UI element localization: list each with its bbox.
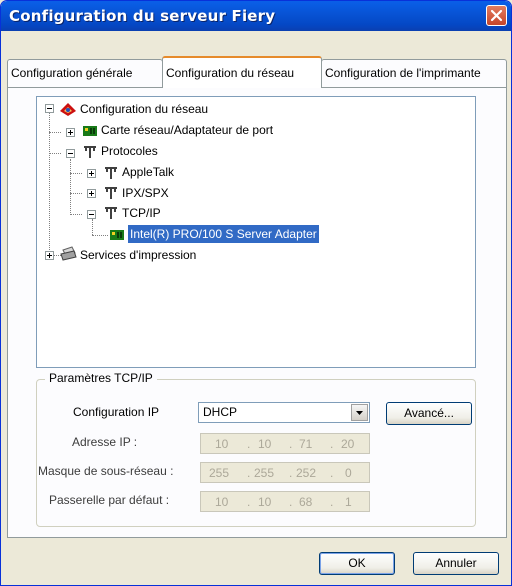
cancel-button[interactable]: Annuler bbox=[413, 552, 499, 575]
ip-octet: 20 bbox=[341, 437, 355, 451]
subnet-mask-field: 255 . 255 . 252 . 0 bbox=[200, 462, 370, 483]
ip-config-label: Configuration IP bbox=[73, 405, 160, 419]
ip-octet: 0 bbox=[345, 466, 352, 480]
ip-octet: 68 bbox=[299, 495, 313, 509]
tcpip-group-label: Paramètres TCP/IP bbox=[45, 371, 157, 385]
gateway-field: 10 . 10 . 68 . 1 bbox=[200, 491, 370, 512]
close-icon bbox=[490, 9, 503, 22]
printer-icon bbox=[60, 246, 77, 261]
network-config-icon bbox=[60, 103, 76, 116]
network-tree[interactable]: Configuration du réseau Carte réseau/Ada… bbox=[36, 96, 476, 368]
tab-general[interactable]: Configuration générale bbox=[7, 59, 163, 87]
ip-octet: 1 bbox=[345, 495, 352, 509]
tree-item-network-card[interactable]: Carte réseau/Adaptateur de port bbox=[101, 121, 273, 139]
expand-ipx-icon[interactable] bbox=[87, 189, 96, 198]
ip-octet: 252 bbox=[296, 466, 317, 480]
close-button[interactable] bbox=[486, 5, 507, 26]
tree-item-ipxspx[interactable]: IPX/SPX bbox=[122, 184, 169, 202]
chevron-down-icon bbox=[356, 411, 363, 415]
protocol-icon bbox=[84, 146, 96, 158]
ip-octet: 71 bbox=[299, 437, 313, 451]
tab-printer[interactable]: Configuration de l'imprimante bbox=[321, 59, 507, 87]
ip-octet: 10 bbox=[258, 437, 272, 451]
tree-item-appletalk[interactable]: AppleTalk bbox=[122, 163, 174, 181]
ip-address-field: 10 . 10 . 71 . 20 bbox=[200, 433, 370, 454]
ip-address-label: Adresse IP : bbox=[72, 435, 138, 449]
expand-print-services-icon[interactable] bbox=[45, 251, 54, 260]
collapse-protocols-icon[interactable] bbox=[66, 149, 75, 158]
collapse-root-icon[interactable] bbox=[45, 104, 54, 113]
network-card-icon bbox=[110, 230, 124, 240]
tab-network[interactable]: Configuration du réseau bbox=[162, 56, 322, 88]
tree-item-protocols[interactable]: Protocoles bbox=[101, 142, 158, 160]
gateway-label: Passerelle par défaut : bbox=[49, 493, 170, 507]
expand-card-icon[interactable] bbox=[66, 128, 75, 137]
ip-octet: 10 bbox=[258, 495, 272, 509]
tree-item-print-services[interactable]: Services d'impression bbox=[80, 246, 196, 264]
network-card-icon bbox=[83, 126, 97, 136]
ip-config-value: DHCP bbox=[203, 405, 238, 419]
subnet-mask-label: Masque de sous-réseau : bbox=[38, 464, 174, 478]
protocol-icon bbox=[105, 167, 117, 179]
title-bar[interactable]: Configuration du serveur Fiery bbox=[1, 1, 511, 31]
ip-octet: 255 bbox=[209, 466, 230, 480]
tree-item-tcpip[interactable]: TCP/IP bbox=[122, 204, 161, 222]
window-title: Configuration du serveur Fiery bbox=[9, 7, 276, 25]
ok-button[interactable]: OK bbox=[319, 552, 395, 575]
protocol-icon bbox=[105, 207, 117, 219]
expand-appletalk-icon[interactable] bbox=[87, 169, 96, 178]
dialog-window: Configuration du serveur Fiery Configura… bbox=[0, 0, 512, 586]
dropdown-button[interactable] bbox=[351, 404, 368, 421]
tree-item-adapter-selected[interactable]: Intel(R) PRO/100 S Server Adapter bbox=[127, 224, 320, 244]
ip-octet: 10 bbox=[215, 495, 229, 509]
ip-config-select[interactable]: DHCP bbox=[198, 402, 370, 423]
tree-root-label[interactable]: Configuration du réseau bbox=[80, 100, 208, 118]
ip-octet: 10 bbox=[215, 437, 229, 451]
protocol-icon bbox=[105, 187, 117, 199]
ip-octet: 255 bbox=[254, 466, 275, 480]
collapse-tcpip-icon[interactable] bbox=[87, 210, 96, 219]
advanced-button[interactable]: Avancé... bbox=[386, 402, 472, 425]
